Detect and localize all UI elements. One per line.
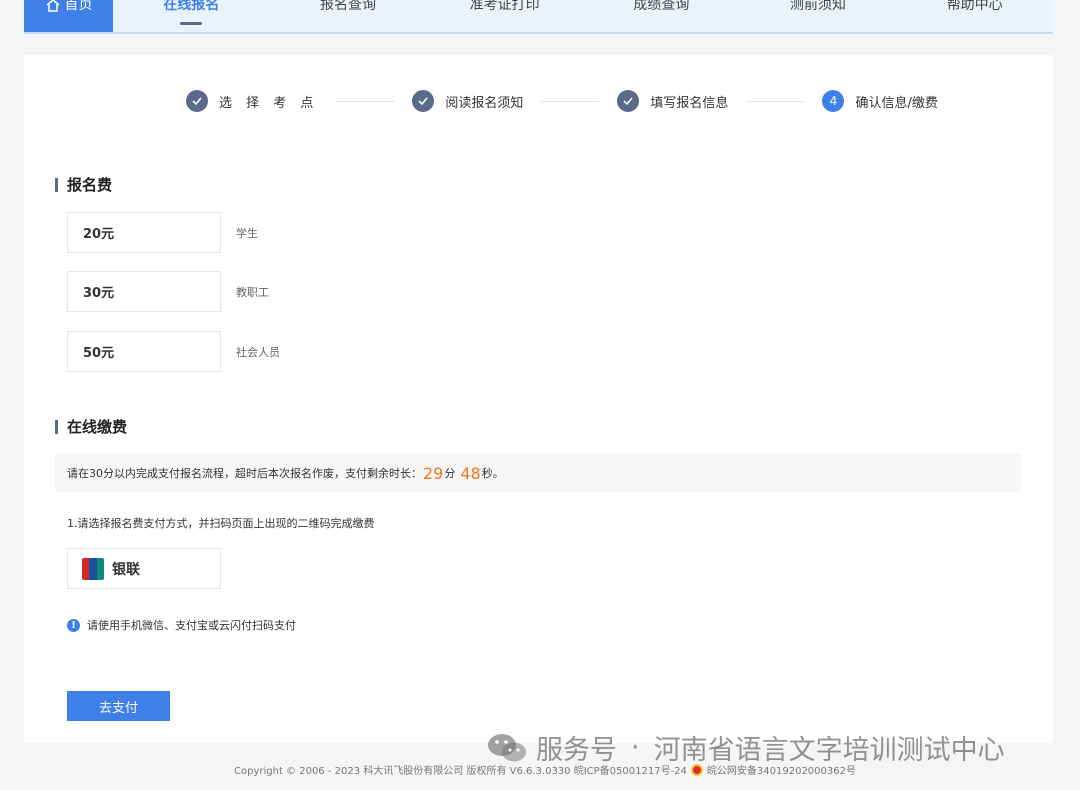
step-number: 4 bbox=[822, 90, 845, 112]
fee-description: 教职工 bbox=[236, 285, 269, 299]
minutes-unit: 分 bbox=[444, 467, 456, 480]
nav-item-label: 准考证打印 bbox=[469, 0, 540, 13]
payment-timeout-notice: 请在30分以内完成支付报名流程，超时后本次报名作废，支付剩余时长： 29 分 4… bbox=[55, 454, 1021, 492]
check-icon bbox=[412, 90, 435, 112]
nav-item-score-query[interactable]: 成绩查询 bbox=[583, 0, 740, 32]
step-connector bbox=[336, 100, 395, 102]
watermark-name: 河南省语言文字培训测试中心 bbox=[653, 735, 1005, 766]
watermark-separator: · bbox=[631, 732, 640, 763]
fee-amount: 50元 bbox=[67, 331, 221, 372]
fee-amount: 30元 bbox=[67, 271, 221, 312]
fee-description: 学生 bbox=[236, 226, 258, 240]
step-label: 确认信息/缴费 bbox=[855, 95, 938, 111]
nav-item-registration-query[interactable]: 报名查询 bbox=[270, 0, 427, 32]
step-label: 阅读报名须知 bbox=[445, 95, 524, 111]
nav-item-online-registration[interactable]: 在线报名 bbox=[113, 0, 270, 32]
home-icon bbox=[46, 0, 59, 12]
unionpay-icon bbox=[82, 557, 104, 580]
fee-amount: 20元 bbox=[67, 212, 221, 253]
payment-instruction: 1.请选择报名费支付方式，并扫码页面上出现的二维码完成缴费 bbox=[67, 517, 375, 530]
top-navigation: 首页 在线报名 报名查询 准考证打印 成绩查询 测前须知 帮助中心 bbox=[24, 0, 1053, 34]
step-connector bbox=[746, 100, 805, 102]
countdown-seconds: 48 bbox=[460, 463, 481, 483]
countdown-minutes: 29 bbox=[423, 463, 444, 483]
fee-row: 20元 学生 bbox=[67, 212, 258, 253]
step-connector bbox=[541, 100, 600, 102]
fee-description: 社会人员 bbox=[236, 345, 280, 359]
nav-item-home[interactable]: 首页 bbox=[24, 0, 113, 32]
watermark: 服务号 · 河南省语言文字培训测试中心 bbox=[486, 728, 1005, 767]
info-icon: ! bbox=[67, 618, 80, 632]
hint-text: 请使用手机微信、支付宝或云闪付扫码支付 bbox=[87, 619, 296, 632]
payment-section-title: 在线缴费 bbox=[55, 416, 127, 437]
unionpay-option[interactable]: 银联 bbox=[67, 548, 221, 589]
scan-hint: ! 请使用手机微信、支付宝或云闪付扫码支付 bbox=[67, 617, 296, 633]
progress-steps: 选 择 考 点 阅读报名须知 填写报名信息 4 确认信息/缴费 bbox=[186, 89, 938, 113]
fee-row: 30元 教职工 bbox=[67, 271, 269, 312]
seconds-unit: 秒。 bbox=[481, 467, 504, 480]
watermark-prefix: 服务号 bbox=[536, 735, 617, 766]
main-card: 选 择 考 点 阅读报名须知 填写报名信息 4 确认信息/缴费 报名费 20元 … bbox=[24, 55, 1053, 743]
nav-item-label: 帮助中心 bbox=[946, 0, 1003, 13]
step-confirm-pay: 4 确认信息/缴费 bbox=[822, 90, 938, 112]
nav-item-label: 测前须知 bbox=[790, 0, 847, 13]
active-tab-indicator bbox=[180, 22, 203, 25]
pay-button[interactable]: 去支付 bbox=[67, 691, 170, 721]
nav-item-pre-test-notice[interactable]: 测前须知 bbox=[740, 0, 897, 32]
fee-section-title: 报名费 bbox=[55, 174, 112, 195]
step-read-notice: 阅读报名须知 bbox=[412, 90, 523, 112]
nav-item-help-center[interactable]: 帮助中心 bbox=[896, 0, 1053, 32]
check-icon bbox=[617, 90, 640, 112]
fee-row: 50元 社会人员 bbox=[67, 331, 280, 372]
step-label: 选 择 考 点 bbox=[219, 95, 319, 111]
notice-text: 请在30分以内完成支付报名流程，超时后本次报名作废，支付剩余时长： bbox=[67, 467, 422, 480]
nav-item-admission-ticket[interactable]: 准考证打印 bbox=[426, 0, 583, 32]
nav-item-label: 首页 bbox=[64, 0, 93, 13]
wechat-icon bbox=[488, 733, 526, 761]
nav-item-label: 报名查询 bbox=[320, 0, 376, 13]
step-fill-info: 填写报名信息 bbox=[617, 90, 728, 112]
nav-item-label: 成绩查询 bbox=[633, 0, 690, 13]
nav-item-label: 在线报名 bbox=[163, 0, 220, 13]
step-select-site: 选 择 考 点 bbox=[186, 90, 318, 112]
payment-option-label: 银联 bbox=[112, 561, 140, 578]
step-label: 填写报名信息 bbox=[650, 95, 729, 111]
check-icon bbox=[186, 90, 208, 112]
